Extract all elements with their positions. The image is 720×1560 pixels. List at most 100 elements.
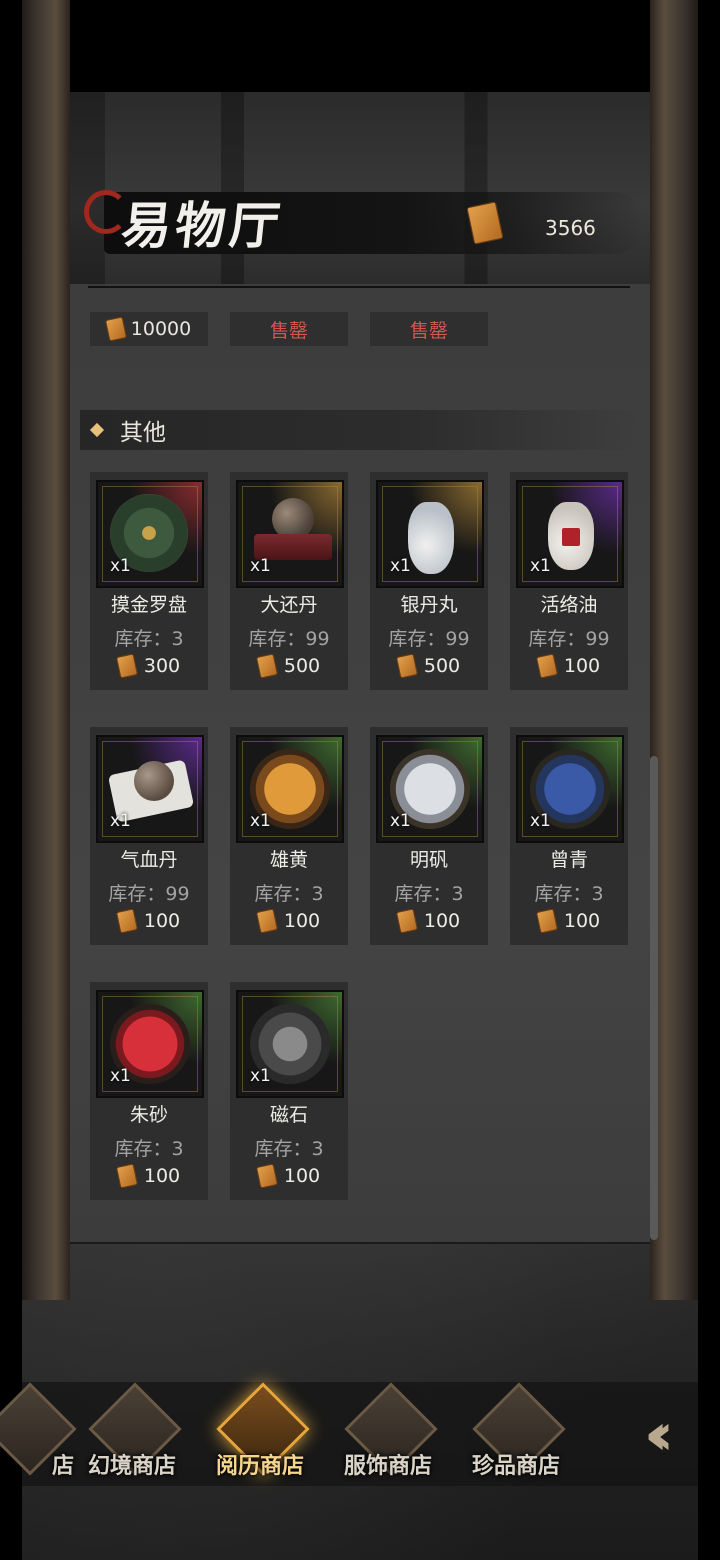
item-stock: 库存：3	[114, 628, 184, 650]
item-stock: 库存：3	[114, 1138, 184, 1160]
token-icon	[255, 653, 278, 679]
sold-out-tile: 售罄	[230, 312, 348, 346]
item-thumbnail: x1	[516, 480, 624, 588]
section-title: 其他	[120, 420, 166, 446]
item-stock: 库存：3	[534, 883, 604, 905]
diamond-icon	[89, 422, 105, 438]
currency-token-icon	[466, 201, 504, 245]
item-quantity: x1	[250, 811, 271, 831]
sold-out-label: 售罄	[409, 319, 448, 342]
item-card[interactable]: x1 摸金罗盘 库存：3 300	[90, 472, 208, 690]
double-chevron-left-icon[interactable]: ‹‹	[602, 1382, 698, 1486]
item-card[interactable]: x1 气血丹 库存：99 100	[90, 727, 208, 945]
item-price: 500	[230, 653, 348, 679]
tab-label: 服饰商店	[343, 1454, 432, 1479]
item-name: 摸金罗盘	[110, 594, 187, 616]
item-price: 300	[90, 653, 208, 679]
item-thumbnail: x1	[236, 990, 344, 1098]
item-quantity: x1	[390, 556, 411, 576]
item-quantity: x1	[530, 811, 551, 831]
item-price: 500	[370, 653, 488, 679]
token-icon	[535, 653, 558, 679]
item-price: 100	[90, 908, 208, 934]
header-divider	[88, 286, 630, 288]
token-icon	[255, 908, 278, 934]
item-quantity: x1	[390, 811, 411, 831]
item-stock: 库存：3	[254, 1138, 324, 1160]
item-quantity: x1	[250, 1066, 271, 1086]
item-thumbnail: x1	[96, 990, 204, 1098]
item-quantity: x1	[250, 556, 271, 576]
item-name: 气血丹	[120, 849, 178, 871]
item-card[interactable]: x1 银丹丸 库存：99 500	[370, 472, 488, 690]
item-thumbnail: x1	[96, 735, 204, 843]
item-card[interactable]: x1 活络油 库存：99 100	[510, 472, 628, 690]
item-price: 100	[510, 908, 628, 934]
price-value: 10000	[130, 318, 192, 340]
item-quantity: x1	[110, 811, 131, 831]
item-thumbnail: x1	[376, 735, 484, 843]
item-quantity: x1	[110, 1066, 131, 1086]
item-card[interactable]: x1 明矾 库存：3 100	[370, 727, 488, 945]
currency-amount: 3566	[545, 216, 596, 240]
tab-label: 阅历商店	[215, 1454, 304, 1479]
item-thumbnail: x1	[376, 480, 484, 588]
item-name: 银丹丸	[400, 594, 458, 616]
token-icon	[115, 908, 138, 934]
token-icon	[535, 908, 558, 934]
item-name: 雄黄	[269, 849, 308, 871]
token-icon	[104, 316, 127, 342]
tab-partial-shop[interactable]: 店	[0, 1382, 82, 1486]
item-stock: 库存：99	[248, 628, 330, 650]
bottom-shop-nav: 店 幻境商店 阅历商店 服饰商店 珍品商店 ‹‹	[0, 1382, 698, 1486]
token-icon	[255, 1163, 278, 1189]
item-thumbnail: x1	[96, 480, 204, 588]
item-stock: 库存：3	[394, 883, 464, 905]
sold-out-label: 售罄	[269, 319, 308, 342]
tab-label: 幻境商店	[87, 1454, 176, 1479]
item-card[interactable]: x1 曾青 库存：3 100	[510, 727, 628, 945]
item-name: 活络油	[540, 594, 598, 616]
page-title: 易物厅	[118, 196, 287, 255]
tab-illusion-shop[interactable]: 幻境商店	[77, 1382, 187, 1486]
item-price: 100	[370, 908, 488, 934]
item-stock: 库存：99	[528, 628, 610, 650]
tab-label: 店	[51, 1454, 74, 1479]
item-card[interactable]: x1 磁石 库存：3 100	[230, 982, 348, 1200]
section-header: 其他	[80, 410, 640, 450]
sold-out-tile: 售罄	[370, 312, 488, 346]
bottle-label-icon	[562, 528, 580, 546]
token-icon	[115, 1163, 138, 1189]
item-name: 朱砂	[129, 1104, 168, 1126]
tab-costume-shop[interactable]: 服饰商店	[333, 1382, 443, 1486]
tab-label: 珍品商店	[471, 1454, 560, 1479]
item-thumbnail: x1	[236, 735, 344, 843]
item-name: 明矾	[409, 849, 448, 871]
item-quantity: x1	[530, 556, 551, 576]
item-name: 大还丹	[260, 594, 318, 616]
left-pillar	[22, 0, 70, 1300]
item-card[interactable]: x1 雄黄 库存：3 100	[230, 727, 348, 945]
item-name: 曾青	[549, 849, 588, 871]
tab-treasure-shop[interactable]: 珍品商店	[461, 1382, 571, 1486]
item-price: 100	[230, 1163, 348, 1189]
item-card[interactable]: x1 大还丹 库存：99 500	[230, 472, 348, 690]
item-stock: 库存：99	[108, 883, 190, 905]
porcelain-vase-icon	[408, 502, 454, 574]
item-card[interactable]: x1 朱砂 库存：3 100	[90, 982, 208, 1200]
scrollbar[interactable]	[650, 756, 658, 1240]
pill-icon	[134, 761, 174, 801]
item-thumbnail: x1	[236, 480, 344, 588]
price-tile[interactable]: 10000	[90, 312, 208, 346]
token-icon	[395, 908, 418, 934]
item-stock: 库存：99	[388, 628, 470, 650]
item-stock: 库存：3	[254, 883, 324, 905]
item-name: 磁石	[269, 1104, 308, 1126]
item-thumbnail: x1	[516, 735, 624, 843]
item-quantity: x1	[110, 556, 131, 576]
token-icon	[395, 653, 418, 679]
tab-experience-shop[interactable]: 阅历商店	[205, 1382, 315, 1486]
item-price: 100	[90, 1163, 208, 1189]
token-icon	[115, 653, 138, 679]
item-price: 100	[230, 908, 348, 934]
